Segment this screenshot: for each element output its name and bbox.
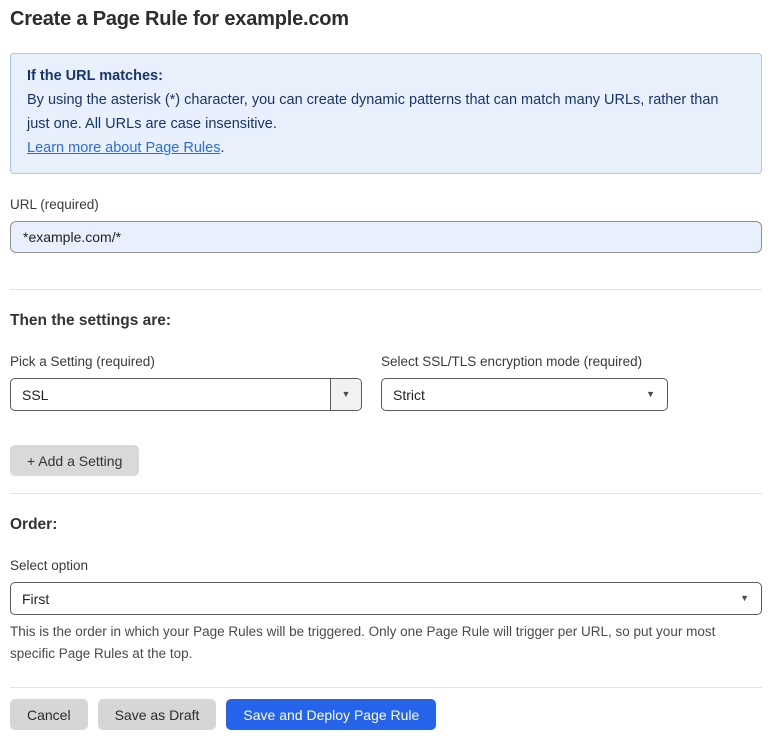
save-as-draft-button[interactable]: Save as Draft bbox=[97, 699, 217, 730]
ssl-mode-label: Select SSL/TLS encryption mode (required… bbox=[381, 354, 643, 369]
order-help-text: This is the order in which your Page Rul… bbox=[10, 624, 716, 661]
order-select-arrow: ▼ bbox=[740, 594, 761, 603]
divider bbox=[10, 493, 762, 494]
chevron-down-icon: ▼ bbox=[341, 389, 351, 399]
info-box-body: By using the asterisk (*) character, you… bbox=[27, 92, 719, 132]
page-title: Create a Page Rule for example.com bbox=[10, 8, 349, 30]
order-section-heading: Order: bbox=[10, 516, 58, 533]
url-field-label: URL (required) bbox=[10, 197, 99, 212]
divider bbox=[10, 289, 762, 290]
setting-picker-value: SSL bbox=[22, 386, 49, 403]
learn-more-link[interactable]: Learn more about Page Rules bbox=[27, 140, 220, 156]
order-select-value: First bbox=[22, 590, 50, 607]
info-box-link-line: Learn more about Page Rules. bbox=[27, 136, 745, 160]
chevron-down-icon: ▼ bbox=[740, 593, 749, 603]
footer-actions: Cancel Save as Draft Save and Deploy Pag… bbox=[10, 699, 762, 730]
link-suffix: . bbox=[220, 140, 225, 156]
order-select-wrap: Select option First ▼ bbox=[10, 558, 762, 615]
order-select-label: Select option bbox=[10, 558, 89, 573]
setting-picker-column: Pick a Setting (required) SSL ▼ bbox=[10, 354, 362, 411]
chevron-down-icon: ▼ bbox=[646, 389, 655, 399]
url-match-info-box: If the URL matches: By using the asteris… bbox=[10, 53, 762, 174]
settings-row: Pick a Setting (required) SSL ▼ Select S… bbox=[10, 354, 762, 411]
ssl-mode-value: Strict bbox=[393, 386, 425, 403]
ssl-mode-arrow: ▼ bbox=[646, 390, 667, 399]
settings-section-heading: Then the settings are: bbox=[10, 312, 172, 329]
ssl-mode-select[interactable]: Strict ▼ bbox=[381, 378, 668, 411]
save-and-deploy-button[interactable]: Save and Deploy Page Rule bbox=[226, 699, 437, 730]
setting-picker-arrow-button[interactable]: ▼ bbox=[330, 379, 361, 410]
setting-picker-label: Pick a Setting (required) bbox=[10, 354, 155, 369]
setting-picker-select[interactable]: SSL ▼ bbox=[10, 378, 362, 411]
add-setting-button[interactable]: + Add a Setting bbox=[10, 445, 140, 476]
url-input[interactable] bbox=[10, 221, 762, 253]
divider bbox=[10, 687, 762, 688]
order-select[interactable]: First ▼ bbox=[10, 582, 762, 615]
cancel-button[interactable]: Cancel bbox=[10, 699, 88, 730]
ssl-mode-column: Select SSL/TLS encryption mode (required… bbox=[381, 354, 668, 411]
info-box-heading: If the URL matches: bbox=[27, 68, 163, 84]
create-page-rule-form: Create a Page Rule for example.com If th… bbox=[0, 0, 772, 744]
